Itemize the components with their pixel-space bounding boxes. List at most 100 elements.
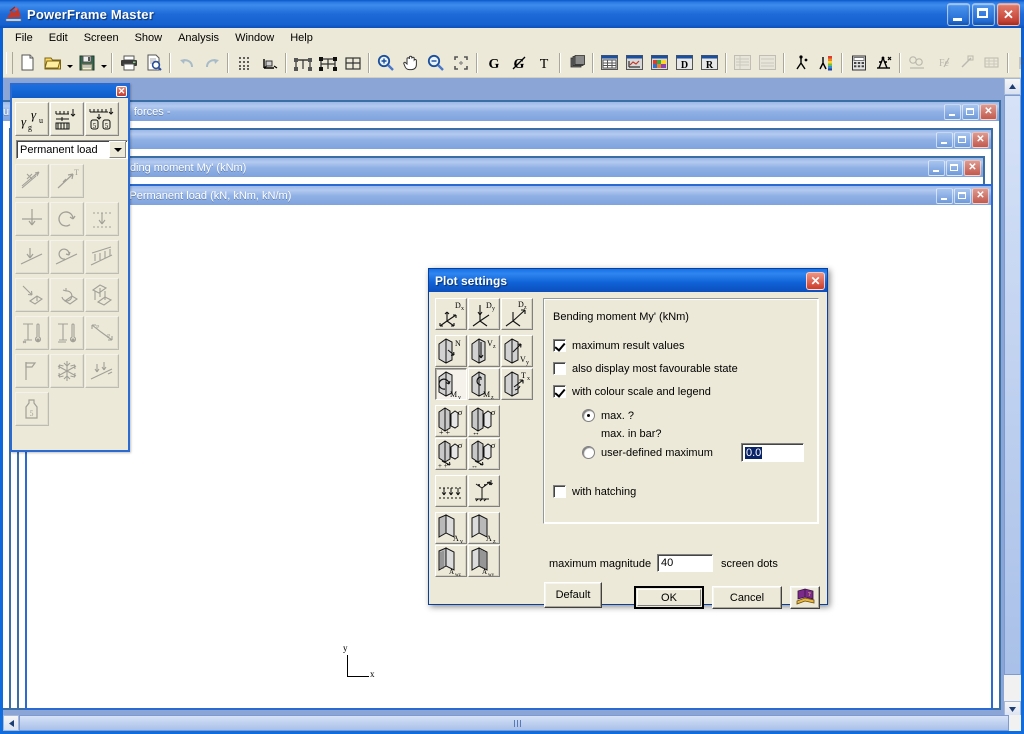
loads-palette[interactable]: ✕ γgγu 5 5 Permanent load T P P 5 — [10, 83, 130, 452]
child-minimize-button[interactable] — [936, 131, 953, 148]
plot-area-awz-button[interactable]: Awz — [435, 545, 467, 577]
calculator-icon[interactable] — [846, 51, 871, 75]
plot-stress-sigma-2-button[interactable]: σ ↔ — [468, 405, 500, 437]
maximize-button[interactable] — [972, 2, 995, 26]
new-file-icon[interactable] — [15, 51, 40, 75]
save-file-icon[interactable] — [74, 51, 99, 75]
child-maximize-button[interactable] — [954, 187, 971, 204]
axis-system-icon[interactable] — [257, 51, 282, 75]
child-titlebar[interactable]: untitled : Results - Internal forces - ✕ — [3, 102, 999, 121]
analysis-run-icon[interactable] — [871, 51, 896, 75]
grid-points-icon[interactable] — [232, 51, 257, 75]
open-file-icon[interactable] — [40, 51, 65, 75]
max-auto-radio[interactable]: max. ? — [582, 409, 634, 422]
close-button[interactable]: ✕ — [997, 2, 1020, 26]
child-minimize-button[interactable] — [936, 187, 953, 204]
colour-window-icon[interactable] — [647, 51, 672, 75]
global-axes-icon[interactable]: G — [481, 51, 506, 75]
vertical-scroll-thumb[interactable] — [1004, 95, 1021, 675]
horizontal-scrollbar[interactable] — [3, 715, 1021, 731]
child-minimize-button[interactable] — [928, 159, 945, 176]
child-titlebar[interactable]: untitled : Data - Nodes ✕ — [11, 130, 991, 149]
plot-area-awy-button[interactable]: Awy — [468, 545, 500, 577]
scroll-left-button[interactable] — [3, 715, 19, 731]
frame-generator-2-icon[interactable] — [315, 51, 340, 75]
plot-stress-sigma-3-button[interactable]: σ + + — [435, 438, 467, 470]
print-preview-icon[interactable] — [141, 51, 166, 75]
colour-scale-icon[interactable] — [813, 51, 838, 75]
minimize-button[interactable] — [947, 2, 970, 26]
zoom-out-icon[interactable] — [423, 51, 448, 75]
frame-generator-3-icon[interactable] — [340, 51, 365, 75]
palette-close-button[interactable]: ✕ — [116, 86, 127, 97]
plot-area-ay-button[interactable]: Ay — [435, 512, 467, 544]
diagram-window-icon[interactable] — [622, 51, 647, 75]
zoom-fit-icon[interactable] — [448, 51, 473, 75]
plot-area-az-button[interactable]: Az — [468, 512, 500, 544]
load-case-select[interactable]: Permanent load — [16, 140, 128, 159]
plot-moment-mz-button[interactable]: Mz — [468, 368, 500, 400]
menu-edit[interactable]: Edit — [41, 30, 76, 46]
plot-displacement-dy-button[interactable]: Dy — [468, 298, 500, 330]
maximum-magnitude-input[interactable]: 40 — [657, 554, 713, 572]
menu-show[interactable]: Show — [127, 30, 171, 46]
child-maximize-button[interactable] — [962, 103, 979, 120]
child-close-button[interactable]: ✕ — [972, 187, 989, 204]
plot-moment-my-button[interactable]: My — [435, 368, 467, 400]
dialog-titlebar[interactable]: Plot settings ✕ — [429, 269, 827, 292]
print-icon[interactable] — [116, 51, 141, 75]
chevron-down-icon[interactable] — [109, 141, 126, 158]
with-hatching-checkbox[interactable]: with hatching — [553, 485, 636, 498]
horizontal-scroll-thumb[interactable] — [19, 715, 1009, 731]
data-window-icon[interactable]: D — [672, 51, 697, 75]
table-window-icon[interactable] — [597, 51, 622, 75]
zoom-in-icon[interactable] — [373, 51, 398, 75]
plot-displacement-dx-button[interactable]: Dx — [435, 298, 467, 330]
pan-icon[interactable] — [398, 51, 423, 75]
results-window-icon[interactable]: R — [697, 51, 722, 75]
save-file-dropdown-arrow[interactable] — [99, 51, 108, 75]
vertical-scrollbar[interactable] — [1004, 78, 1021, 718]
load-combination-gamma-icon[interactable]: γgγu — [15, 102, 49, 136]
text-icon[interactable]: T — [531, 51, 556, 75]
help-button[interactable]: ? — [790, 586, 820, 609]
plot-displacement-dz-button[interactable]: Dz — [501, 298, 533, 330]
child-close-button[interactable]: ✕ — [980, 103, 997, 120]
user-defined-maximum-input[interactable]: 0.0 — [741, 443, 804, 462]
load-group-icon[interactable] — [50, 102, 84, 136]
cancel-button[interactable]: Cancel — [712, 586, 782, 609]
plot-stress-sigma-1-button[interactable]: σ + + — [435, 405, 467, 437]
plot-node-reactions-button[interactable] — [468, 475, 500, 507]
plot-stress-sigma-4-button[interactable]: σ ↔ — [468, 438, 500, 470]
menu-window[interactable]: Window — [227, 30, 282, 46]
child-close-button[interactable]: ✕ — [964, 159, 981, 176]
plot-normal-force-n-button[interactable]: N — [435, 335, 467, 367]
maximum-result-values-checkbox[interactable]: maximum result values — [553, 339, 684, 352]
plot-shear-vz-button[interactable]: Vz — [468, 335, 500, 367]
dialog-close-button[interactable]: ✕ — [806, 271, 825, 290]
menu-file[interactable]: File — [7, 30, 41, 46]
child-titlebar[interactable]: untitled : Loads - Permanent load (kN, k… — [27, 186, 991, 205]
load-case-icon[interactable]: 5 5 — [85, 102, 119, 136]
node-results-icon[interactable] — [788, 51, 813, 75]
plot-torsion-tx-button[interactable]: Tx — [501, 368, 533, 400]
scroll-up-button[interactable] — [1004, 78, 1021, 95]
plot-settings-dialog[interactable]: Plot settings ✕ Dx Dy Dz N V z V y M y M… — [428, 268, 828, 609]
most-favourable-state-checkbox[interactable]: also display most favourable state — [553, 362, 738, 375]
menu-analysis[interactable]: Analysis — [170, 30, 227, 46]
child-maximize-button[interactable] — [946, 159, 963, 176]
frame-generator-1-icon[interactable] — [290, 51, 315, 75]
palette-titlebar[interactable]: ✕ — [12, 85, 128, 98]
open-file-dropdown-arrow[interactable] — [65, 51, 74, 75]
plot-support-reactions-button[interactable] — [435, 475, 467, 507]
user-defined-maximum-radio[interactable]: user-defined maximum — [582, 446, 713, 459]
ok-button[interactable]: OK — [634, 586, 704, 609]
toolbar-grip[interactable] — [6, 51, 13, 74]
layers-icon[interactable] — [564, 51, 589, 75]
default-button[interactable]: Default — [544, 582, 602, 608]
global-axes-off-icon[interactable]: G — [506, 51, 531, 75]
menu-help[interactable]: Help — [282, 30, 321, 46]
child-titlebar[interactable]: untitled : Plot - Bending moment My' (kN… — [19, 158, 983, 177]
plot-shear-vy-button[interactable]: Vy — [501, 335, 533, 367]
child-maximize-button[interactable] — [954, 131, 971, 148]
